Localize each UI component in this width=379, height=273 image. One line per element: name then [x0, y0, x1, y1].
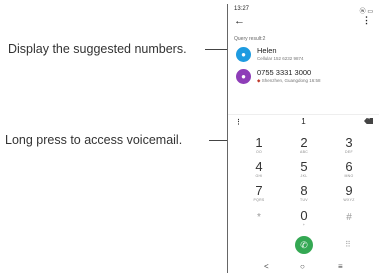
callout-voicemail: Long press to access voicemail. — [5, 133, 183, 147]
contact-location-time: Shenzhen, Guangdong 16:58 — [261, 78, 321, 83]
key-letters: PQRS — [253, 198, 265, 202]
nav-home-icon[interactable]: ○ — [300, 262, 305, 271]
nav-back-icon[interactable]: < — [264, 262, 269, 271]
call-button[interactable]: ✆ — [295, 236, 313, 254]
contact-suggestion[interactable]: ● Helen Cellular 152 6232 9874 — [228, 45, 379, 65]
key-digit: 7 — [255, 183, 263, 198]
key-9[interactable]: 9 WXYZ — [329, 184, 369, 206]
contact-suggestion[interactable]: ● 0755 3331 3000 ◆ Shenzhen, Guangdong 1… — [228, 67, 379, 87]
key-digit: 1 — [255, 135, 263, 150]
key-5[interactable]: 5 JKL — [284, 160, 324, 182]
key-letters: ABC — [299, 150, 309, 154]
more-options-icon[interactable]: ⋮ — [362, 16, 371, 25]
contact-avatar-icon: ● — [236, 69, 251, 84]
back-arrow-icon[interactable]: ← — [234, 16, 245, 27]
key-6[interactable]: 6 MNO — [329, 160, 369, 182]
key-hash[interactable]: # — [329, 211, 369, 233]
contact-detail: ◆ Shenzhen, Guangdong 16:58 — [257, 78, 321, 84]
key-3[interactable]: 3 DEF — [329, 136, 369, 158]
key-letters: + — [302, 223, 306, 227]
dial-entry-row: ⋮ 1 × — [228, 114, 379, 129]
key-2[interactable]: 2 ABC — [284, 136, 324, 158]
phone-icon: ✆ — [300, 240, 308, 250]
key-7[interactable]: 7 PQRS — [239, 184, 279, 206]
key-digit: 8 — [300, 183, 308, 198]
navigation-bar: < ○ ≡ — [228, 262, 379, 273]
key-star[interactable]: * — [239, 211, 279, 233]
key-digit: 6 — [345, 159, 353, 174]
query-result-label: Query result:2 — [234, 36, 266, 42]
key-digit: 9 — [345, 183, 353, 198]
status-bar: 13:27 ⓦ ▭ — [228, 4, 379, 15]
callout-suggested-numbers: Display the suggested numbers. — [8, 42, 187, 56]
contact-name: Helen — [257, 46, 277, 55]
key-1[interactable]: 1 OO — [239, 136, 279, 158]
key-letters: DEF — [345, 150, 353, 154]
nav-recents-icon[interactable]: ≡ — [338, 262, 343, 271]
key-digit: 4 — [255, 159, 263, 174]
dialed-number[interactable]: 1 — [228, 117, 379, 126]
screenshot-root: Display the suggested numbers. Long pres… — [0, 0, 379, 273]
location-pin-icon: ◆ — [257, 78, 261, 83]
key-letters: TUV — [300, 198, 308, 202]
key-8[interactable]: 8 TUV — [284, 184, 324, 206]
key-digit: 5 — [300, 159, 308, 174]
key-digit: 3 — [345, 135, 353, 150]
contact-number: 0755 3331 3000 — [257, 68, 312, 77]
key-symbol: # — [346, 212, 352, 223]
key-letters: WXYZ — [343, 198, 355, 202]
status-time: 13:27 — [234, 6, 250, 12]
key-digit: 2 — [300, 135, 308, 150]
key-letters: OO — [255, 150, 263, 154]
key-digit: 0 — [300, 208, 308, 223]
key-symbol: * — [257, 212, 261, 223]
status-icons: ⓦ ▭ — [359, 9, 373, 15]
contact-avatar-icon: ● — [236, 47, 251, 62]
phone-screen: 13:27 ⓦ ▭ ← ⋮ Query result:2 ● Helen Cel… — [227, 4, 379, 273]
app-bar: ← ⋮ — [228, 15, 379, 31]
dialpad-icon[interactable]: ⠿ — [345, 240, 351, 249]
contact-detail: Cellular 152 6232 9874 — [257, 56, 304, 61]
key-letters: GHI — [255, 174, 263, 178]
key-0[interactable]: 0 + — [284, 209, 324, 231]
key-letters: JKL — [300, 174, 308, 178]
key-4[interactable]: 4 GHI — [239, 160, 279, 182]
key-letters: MNO — [344, 174, 354, 178]
